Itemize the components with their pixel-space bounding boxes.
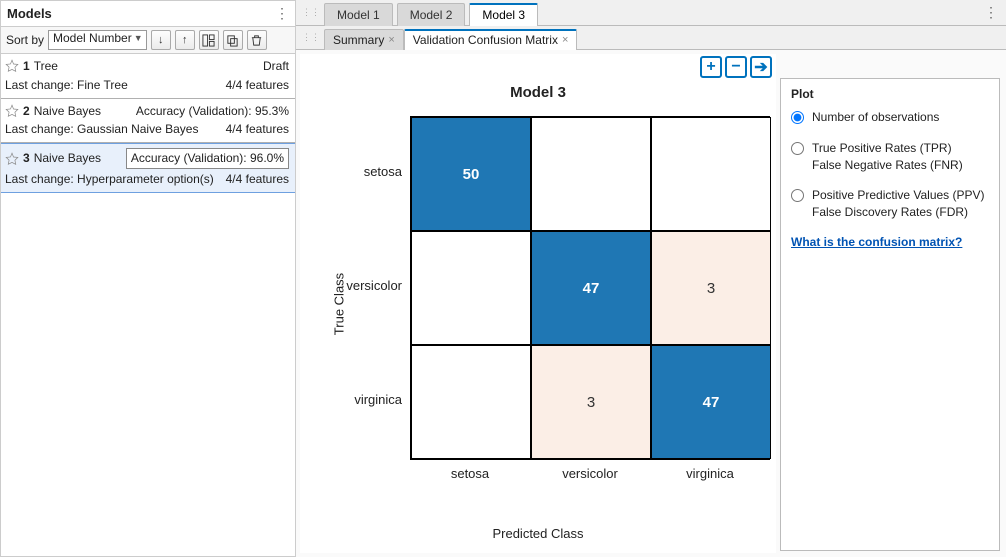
radio-ppv-fdr-input[interactable] (791, 189, 804, 202)
sort-dropdown[interactable]: Model Number ▼ (48, 30, 147, 50)
model-name: Naive Bayes (34, 103, 101, 120)
model-row[interactable]: 3 Naive Bayes Accuracy (Validation): 96.… (1, 143, 295, 193)
matrix-cell: 50 (411, 117, 531, 231)
x-axis-label: Predicted Class (300, 526, 776, 541)
col-tick: setosa (410, 466, 530, 481)
drag-handle-icon[interactable]: ⋮⋮ (302, 34, 324, 41)
matrix-cell (411, 345, 531, 459)
model-metric: Draft (263, 58, 289, 75)
model-change-label: Last change: Hyperparameter option(s) (5, 171, 214, 188)
content-row: + − ➔ Model 3 True Class Predicted Class… (296, 50, 1006, 557)
matrix-cell (651, 117, 771, 231)
models-panel-title: Models (7, 6, 52, 21)
model-row[interactable]: 2 Naive Bayes Accuracy (Validation): 95.… (1, 99, 295, 144)
zoom-out-button[interactable]: − (725, 56, 747, 78)
radio-fnr-label: False Negative Rates (FNR) (812, 157, 963, 174)
sort-desc-button[interactable]: ↑ (175, 30, 195, 50)
confusion-matrix-plot: + − ➔ Model 3 True Class Predicted Class… (300, 54, 776, 553)
row-tick: versicolor (342, 278, 402, 293)
options-title: Plot (791, 87, 989, 101)
arrow-down-icon: ↓ (158, 34, 164, 46)
tab-summary-label: Summary (333, 33, 384, 47)
tab-confusion-matrix[interactable]: Validation Confusion Matrix × (404, 29, 578, 50)
model-name: Naive Bayes (34, 150, 101, 167)
model-number: 3 (23, 150, 30, 167)
matrix-cell: 3 (531, 345, 651, 459)
model-metric: Accuracy (Validation): 95.3% (136, 103, 289, 120)
row-tick: setosa (342, 164, 402, 179)
radio-ppv-fdr[interactable]: Positive Predictive Values (PPV) False D… (791, 187, 989, 221)
sort-dropdown-value: Model Number (53, 31, 132, 45)
plus-icon: + (706, 58, 715, 76)
model-features: 4/4 features (226, 121, 289, 138)
matrix-grid: 50473347 (410, 116, 770, 460)
confusion-matrix-help-link[interactable]: What is the confusion matrix? (791, 235, 962, 249)
matrix-cell (531, 117, 651, 231)
tab-model-1[interactable]: Model 1 (324, 3, 393, 26)
model-features: 4/4 features (226, 171, 289, 188)
model-features: 4/4 features (226, 77, 289, 94)
models-panel: Models ⋮ Sort by Model Number ▼ ↓ ↑ 1 Tr… (0, 0, 296, 557)
models-panel-header: Models ⋮ (1, 1, 295, 27)
col-tick: versicolor (530, 466, 650, 481)
radio-tpr-label: True Positive Rates (TPR) (812, 140, 963, 157)
star-icon[interactable] (5, 104, 19, 118)
main-menu-icon[interactable]: ⋮ (976, 4, 1006, 21)
zoom-in-button[interactable]: + (700, 56, 722, 78)
tab-summary[interactable]: Summary × (324, 29, 404, 50)
model-change-label: Last change: Fine Tree (5, 77, 128, 94)
arrow-up-icon: ↑ (182, 34, 188, 46)
matrix-wrap: setosa versicolor virginica 50473347 set… (350, 108, 766, 503)
tab-confusion-matrix-label: Validation Confusion Matrix (413, 33, 558, 47)
model-number: 2 (23, 103, 30, 120)
row-tick: virginica (342, 392, 402, 407)
sort-toolbar: Sort by Model Number ▼ ↓ ↑ (1, 27, 295, 54)
models-panel-menu-icon[interactable]: ⋮ (275, 5, 289, 22)
model-change-label: Last change: Gaussian Naive Bayes (5, 121, 198, 138)
arrow-right-icon: ➔ (754, 57, 767, 77)
radio-observations[interactable]: Number of observations (791, 109, 989, 126)
layout-button[interactable] (199, 30, 219, 50)
model-tab-bar: ⋮⋮ Model 1 Model 2 Model 3 ⋮ (296, 0, 1006, 26)
close-icon[interactable]: × (388, 34, 394, 46)
model-metric: Accuracy (Validation): 96.0% (126, 148, 289, 169)
radio-tpr-fnr[interactable]: True Positive Rates (TPR) False Negative… (791, 140, 989, 174)
minus-icon: − (731, 58, 740, 76)
matrix-cell: 3 (651, 231, 771, 345)
star-icon[interactable] (5, 59, 19, 73)
sub-tab-bar: ⋮⋮ Summary × Validation Confusion Matrix… (296, 26, 1006, 50)
close-icon[interactable]: × (562, 34, 568, 46)
radio-ppv-label: Positive Predictive Values (PPV) (812, 187, 985, 204)
radio-fdr-label: False Discovery Rates (FDR) (812, 204, 985, 221)
plot-title: Model 3 (300, 84, 776, 101)
export-button[interactable]: ➔ (750, 56, 772, 78)
model-name: Tree (34, 58, 58, 75)
copy-icon (226, 34, 239, 47)
plot-options-panel: Plot Number of observations True Positiv… (780, 78, 1000, 551)
tab-model-2[interactable]: Model 2 (397, 3, 466, 26)
radio-observations-input[interactable] (791, 111, 804, 124)
trash-icon (250, 34, 263, 47)
sort-asc-button[interactable]: ↓ (151, 30, 171, 50)
tab-model-3[interactable]: Model 3 (469, 3, 538, 26)
copy-button[interactable] (223, 30, 243, 50)
matrix-cell (411, 231, 531, 345)
plot-toolbar: + − ➔ (700, 56, 772, 78)
star-icon[interactable] (5, 152, 19, 166)
chevron-down-icon: ▼ (134, 33, 143, 43)
delete-button[interactable] (247, 30, 267, 50)
confusion-matrix: setosa versicolor virginica 50473347 set… (410, 116, 770, 460)
radio-observations-label: Number of observations (812, 109, 939, 126)
matrix-cell: 47 (531, 231, 651, 345)
matrix-cell: 47 (651, 345, 771, 459)
model-row[interactable]: 1 Tree Draft Last change: Fine Tree 4/4 … (1, 54, 295, 99)
col-tick: virginica (650, 466, 770, 481)
model-number: 1 (23, 58, 30, 75)
drag-handle-icon[interactable]: ⋮⋮ (302, 9, 324, 16)
sort-label: Sort by (6, 33, 44, 47)
main-area: ⋮⋮ Model 1 Model 2 Model 3 ⋮ ⋮⋮ Summary … (296, 0, 1006, 557)
radio-tpr-fnr-input[interactable] (791, 142, 804, 155)
layout-icon (202, 34, 215, 47)
